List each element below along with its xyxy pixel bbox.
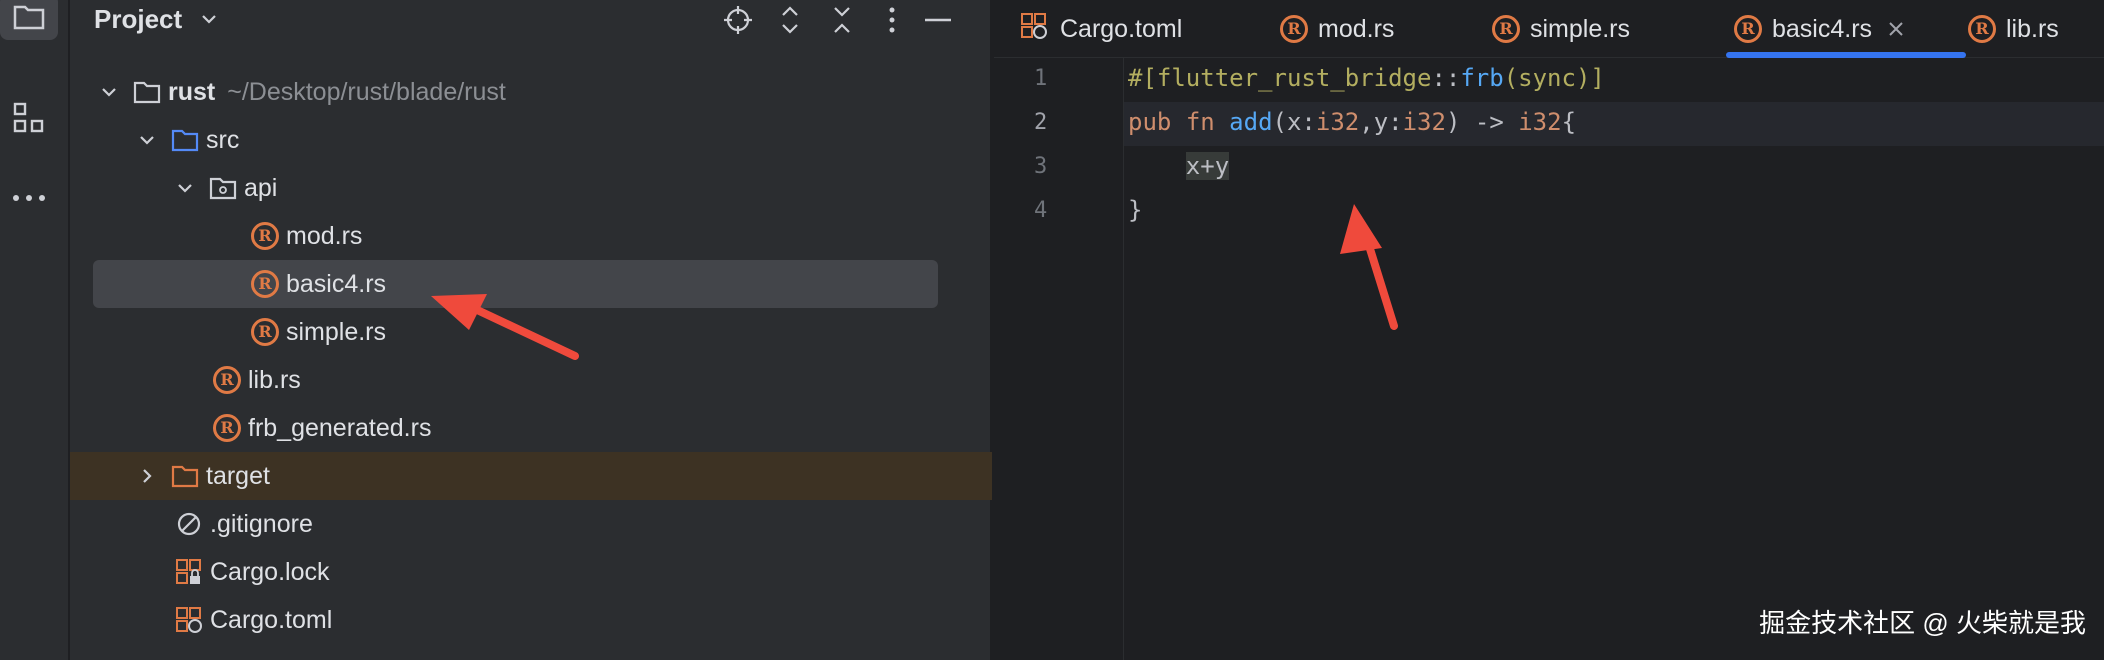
- annotation-arrow: [1340, 204, 1398, 330]
- tree-item-path-hint: ~/Desktop/rust/blade/rust: [227, 77, 506, 106]
- line-number: 1: [1034, 66, 1048, 91]
- project-title[interactable]: Project: [94, 4, 182, 35]
- line-number-gutter: 1 2 3 4: [994, 58, 1124, 660]
- chevron-down-icon[interactable]: [198, 8, 220, 35]
- tab-label: lib.rs: [2006, 14, 2059, 43]
- tree-item-lib-rs[interactable]: R lib.rs: [212, 356, 301, 404]
- code-line-2[interactable]: pub fn add(x:i32,y:i32) -> i32{: [1128, 108, 1576, 136]
- rust-icon: R: [1280, 15, 1308, 43]
- more-tools-button[interactable]: [0, 175, 58, 221]
- tab-label: mod.rs: [1318, 14, 1395, 43]
- tab-label: simple.rs: [1530, 14, 1631, 43]
- tree-item-basic4-rs[interactable]: R basic4.rs: [250, 260, 386, 308]
- tree-item-target[interactable]: target: [132, 452, 270, 500]
- source-folder-icon: [170, 125, 200, 155]
- cargo-toml-icon: [174, 605, 204, 635]
- tab-label: Cargo.toml: [1060, 14, 1183, 43]
- editor-tab-bar: Cargo.toml R mod.rs R simple.rs R basic4…: [994, 0, 2104, 58]
- tree-item-label: Cargo.lock: [210, 557, 330, 586]
- ignore-file-icon: [174, 509, 204, 539]
- structure-tool-button[interactable]: [0, 95, 58, 141]
- cargo-lock-icon: [174, 557, 204, 587]
- tab-label: basic4.rs: [1772, 14, 1873, 43]
- tree-item-src[interactable]: src: [132, 116, 239, 164]
- project-header: Project: [70, 0, 992, 40]
- tab-simple-rs[interactable]: R simple.rs: [1492, 0, 1630, 58]
- excluded-folder-icon: [170, 461, 200, 491]
- more-icon: [13, 195, 45, 201]
- tab-cargo-toml[interactable]: Cargo.toml: [1020, 0, 1182, 58]
- locate-icon[interactable]: [722, 4, 754, 36]
- tree-item-frb-generated-rs[interactable]: R frb_generated.rs: [212, 404, 431, 452]
- tree-item-label: target: [206, 461, 270, 490]
- code-line-1[interactable]: #[flutter_rust_bridge::frb(sync)]: [1128, 64, 1605, 92]
- structure-icon: [13, 102, 44, 133]
- folder-icon: [13, 5, 45, 30]
- chevron-right-icon[interactable]: [132, 461, 162, 491]
- chevron-down-icon[interactable]: [170, 173, 200, 203]
- line-number: 3: [1034, 154, 1048, 179]
- expand-collapse-icon[interactable]: [774, 4, 806, 36]
- code-line-3[interactable]: x+y: [1128, 152, 1230, 180]
- tree-item-label: api: [244, 173, 278, 202]
- rust-file-icon: R: [250, 317, 280, 347]
- tab-lib-rs[interactable]: R lib.rs: [1968, 0, 2059, 58]
- rust-file-icon: R: [212, 365, 242, 395]
- watermark: 掘金技术社区 @ 火柴就是我: [1759, 608, 2086, 638]
- folder-icon: [132, 77, 162, 107]
- tree-item-label: .gitignore: [210, 509, 313, 538]
- rust-file-icon: R: [212, 413, 242, 443]
- tab-mod-rs[interactable]: R mod.rs: [1280, 0, 1394, 58]
- tree-item-cargo-lock[interactable]: Cargo.lock: [174, 548, 330, 596]
- code-line-4[interactable]: }: [1128, 196, 1142, 224]
- package-icon: [208, 173, 238, 203]
- tree-item-gitignore[interactable]: .gitignore: [174, 500, 313, 548]
- tree-item-label: lib.rs: [248, 365, 301, 394]
- tree-item-label: simple.rs: [286, 317, 387, 346]
- tree-item-label: src: [206, 125, 240, 154]
- chevron-down-icon[interactable]: [94, 77, 124, 107]
- rust-icon: R: [1492, 15, 1520, 43]
- hide-icon[interactable]: [922, 4, 954, 36]
- chevron-down-icon[interactable]: [132, 125, 162, 155]
- close-icon[interactable]: [1888, 15, 1904, 44]
- rust-icon: R: [1968, 15, 1996, 43]
- tree-item-label: Cargo.toml: [210, 605, 333, 634]
- tree-item-label: frb_generated.rs: [248, 413, 432, 442]
- tree-item-mod-rs[interactable]: R mod.rs: [250, 212, 362, 260]
- editor-area: Cargo.toml R mod.rs R simple.rs R basic4…: [994, 0, 2104, 660]
- rust-file-icon: R: [250, 269, 280, 299]
- tree-item-rust[interactable]: rust ~/Desktop/rust/blade/rust: [94, 68, 506, 116]
- cargo-icon: [1020, 12, 1048, 47]
- tab-basic4-rs[interactable]: R basic4.rs: [1726, 0, 1966, 58]
- line-number: 2: [1034, 110, 1048, 135]
- tree-item-label: rust: [168, 77, 216, 106]
- options-icon[interactable]: [876, 4, 908, 36]
- line-number: 4: [1034, 198, 1048, 223]
- tree-item-label: mod.rs: [286, 221, 363, 250]
- tree-item-api[interactable]: api: [170, 164, 277, 212]
- project-panel: Project rust ~/Desktop/rust/blade/rust s…: [70, 0, 992, 660]
- active-tab-indicator: [1726, 52, 1966, 58]
- tree-item-label: basic4.rs: [286, 269, 387, 298]
- collapse-all-icon[interactable]: [826, 4, 858, 36]
- tree-item-simple-rs[interactable]: R simple.rs: [250, 308, 386, 356]
- rust-file-icon: R: [250, 221, 280, 251]
- project-tool-button[interactable]: [0, 0, 58, 40]
- activity-strip: [0, 0, 69, 660]
- rust-icon: R: [1734, 15, 1762, 43]
- annotation-arrow: [431, 294, 579, 360]
- tree-item-cargo-toml[interactable]: Cargo.toml: [174, 596, 332, 644]
